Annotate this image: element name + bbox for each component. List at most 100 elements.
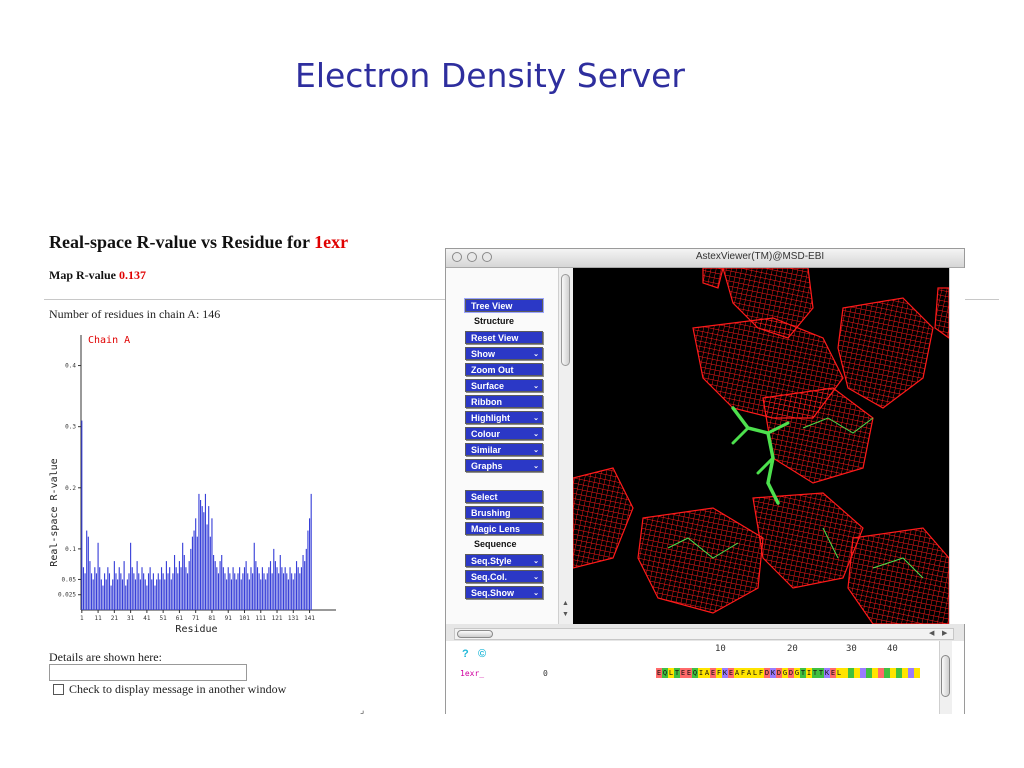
bar (160, 567, 163, 610)
bar (157, 573, 159, 610)
bar (136, 561, 138, 610)
bar (107, 567, 109, 610)
dropdown-arrow-icon: ⌄ (533, 590, 539, 597)
bar (120, 573, 122, 610)
show-menu-button[interactable]: Show ⌄ (465, 347, 543, 360)
zoom-out-label: Zoom Out (471, 365, 514, 375)
bar (239, 567, 241, 610)
bar (302, 555, 304, 610)
bar (206, 524, 208, 610)
magic-lens-button[interactable]: Magic Lens (465, 522, 543, 535)
reset-view-button[interactable]: Reset View (465, 331, 543, 344)
zoom-out-button[interactable]: Zoom Out (465, 363, 543, 376)
scroll-up-icon[interactable]: ▲ (562, 600, 569, 607)
select-button[interactable]: Select (465, 490, 543, 503)
help-icon[interactable]: ? (462, 648, 469, 660)
bar (165, 561, 167, 610)
seq-style-menu-button[interactable]: Seq.Style ⌄ (465, 554, 543, 567)
viewer-control-panel: Tree View Structure Reset View Show ⌄ Zoo… (446, 268, 558, 624)
chain-name[interactable]: 1exr_ (460, 669, 484, 678)
bar (282, 573, 285, 610)
sequence-strip[interactable]: EQLTEEQIAEFKEAFALFDKDGDGTITTKEL (656, 668, 920, 678)
brushing-button[interactable]: Brushing (465, 506, 543, 519)
viewer-right-edge (949, 268, 965, 624)
x-tick-label: 121 (272, 615, 283, 622)
scrollbar-thumb[interactable] (941, 655, 950, 697)
bar (252, 573, 254, 610)
highlight-menu-button[interactable]: Highlight ⌄ (465, 411, 543, 424)
bar (91, 573, 93, 610)
x-tick-label: 141 (304, 615, 315, 622)
x-tick-label: 111 (255, 615, 266, 622)
details-field[interactable] (49, 664, 247, 681)
bar (87, 536, 89, 610)
scroll-left-icon[interactable]: ◀ (929, 629, 934, 637)
window-titlebar[interactable]: AstexViewer(TM)@MSD-EBI (446, 249, 964, 268)
bar (99, 567, 101, 610)
close-button[interactable] (452, 252, 462, 262)
bar (279, 555, 281, 610)
bar (154, 585, 156, 610)
ruler-mark: 30 (846, 644, 857, 654)
sequence-horizontal-scrollbar[interactable]: ◀ ▶ (454, 628, 954, 640)
bar (117, 579, 119, 610)
bar (170, 579, 172, 610)
colour-menu-button[interactable]: Colour ⌄ (465, 427, 543, 440)
ribbon-button[interactable]: Ribbon (465, 395, 543, 408)
graphs-menu-button[interactable]: Graphs ⌄ (465, 459, 543, 472)
ruler-mark: 40 (887, 644, 898, 654)
copyright-icon[interactable]: © (478, 648, 486, 660)
seq-show-menu-button[interactable]: Seq.Show ⌄ (465, 586, 543, 599)
seq-col-menu-button[interactable]: Seq.Col. ⌄ (465, 570, 543, 583)
message-window-option[interactable]: Check to display message in another wind… (53, 682, 286, 697)
x-tick-label: 71 (192, 615, 200, 622)
bar (276, 567, 278, 610)
bar (159, 579, 161, 610)
bar (211, 518, 213, 610)
density-blob (762, 387, 874, 484)
x-tick-label: 131 (288, 615, 299, 622)
dropdown-arrow-icon: ⌄ (533, 415, 539, 422)
scroll-right-icon[interactable]: ▶ (942, 629, 947, 637)
bar (253, 542, 255, 610)
chart-legend: Chain A (88, 335, 130, 346)
y-tick-label: 0.1 (65, 546, 76, 553)
sequence-residue-block[interactable] (914, 668, 920, 678)
bar (149, 567, 151, 610)
bar (269, 561, 272, 610)
reset-view-label: Reset View (471, 333, 519, 343)
density-blob (752, 492, 864, 589)
bar (177, 573, 179, 610)
surface-menu-button[interactable]: Surface ⌄ (465, 379, 543, 392)
bar (292, 579, 294, 610)
bar (287, 579, 289, 610)
tree-view-button[interactable]: Tree View (464, 298, 544, 313)
minimize-button[interactable] (467, 252, 477, 262)
x-tick-label: 21 (111, 615, 119, 622)
bar (89, 561, 91, 610)
bar (216, 567, 218, 610)
bar (266, 573, 268, 610)
y-tick-label: 0.025 (58, 592, 76, 599)
scrollbar-thumb[interactable] (457, 630, 493, 638)
bar (213, 555, 215, 610)
zoom-button[interactable] (482, 252, 492, 262)
density-blob (637, 507, 764, 614)
scrollbar-thumb[interactable] (561, 274, 570, 366)
similar-label: Similar (471, 445, 502, 455)
bar (274, 561, 276, 610)
electron-density-view[interactable] (573, 268, 949, 624)
bar (130, 542, 132, 610)
bar (118, 567, 120, 610)
density-blob (847, 527, 949, 624)
bar (284, 567, 286, 610)
scroll-down-icon[interactable]: ▼ (562, 611, 569, 618)
message-window-checkbox[interactable] (53, 684, 64, 695)
resize-icon[interactable]: ⌟ (360, 705, 364, 714)
similar-menu-button[interactable]: Similar ⌄ (465, 443, 543, 456)
control-panel-scrollbar[interactable]: ▲ ▼ (558, 268, 573, 624)
bar (245, 561, 247, 610)
bar (305, 548, 307, 610)
sequence-vertical-scrollbar[interactable] (939, 641, 952, 714)
bar (286, 573, 288, 610)
